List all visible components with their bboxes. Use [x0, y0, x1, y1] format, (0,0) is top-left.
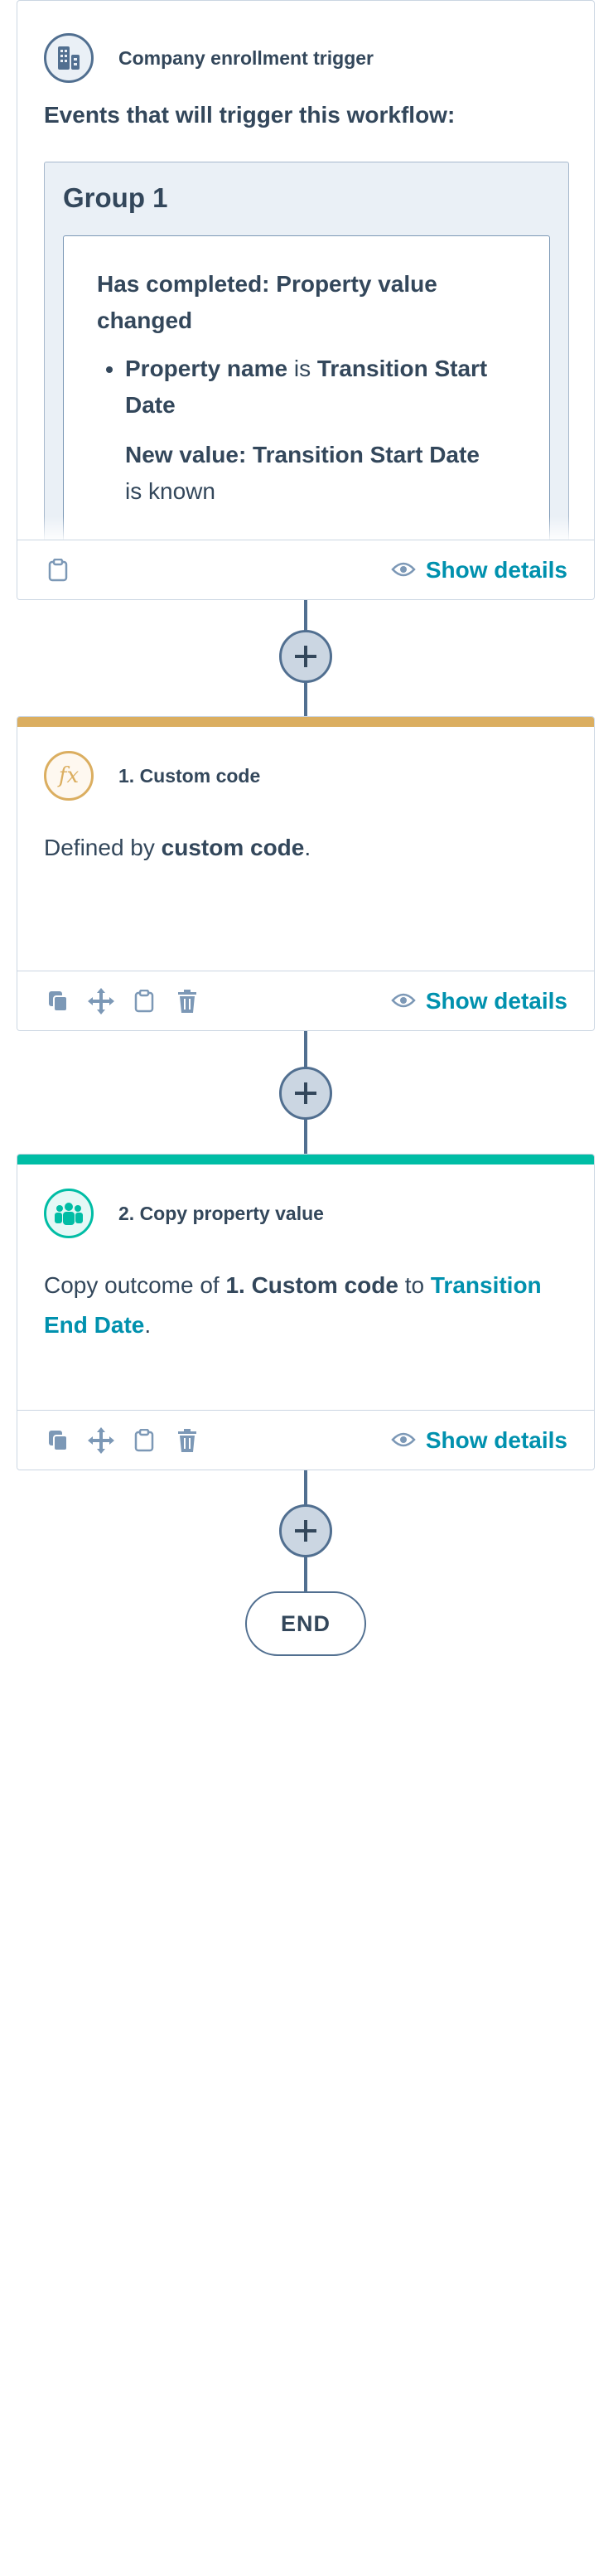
trash-icon[interactable]: [173, 1426, 201, 1455]
show-details-label: Show details: [425, 1426, 567, 1453]
action-description: Copy outcome of 1. Custom code to Transi…: [17, 1266, 594, 1345]
group-label: Group 1: [63, 182, 168, 213]
action-footer: Show details: [17, 971, 594, 1030]
action-title: 2. Copy property value: [118, 1202, 324, 1224]
text-suffix: .: [144, 1312, 152, 1338]
contacts-icon: [44, 1189, 94, 1238]
show-details-button[interactable]: Show details: [391, 988, 567, 1014]
building-icon: [44, 33, 94, 83]
filter-title: Has completed: Property value changed: [97, 271, 437, 333]
text-middle: to: [404, 1272, 425, 1298]
plus-icon: [295, 1082, 316, 1104]
plus-icon: [295, 646, 316, 667]
clone-icon[interactable]: [44, 987, 72, 1015]
end-node: END: [245, 1591, 366, 1656]
eye-icon: [391, 557, 416, 583]
new-value-row: New value: Transition Start Date is know…: [97, 437, 531, 510]
text-bold: 1. Custom code: [225, 1272, 398, 1298]
new-value-label: New value: Transition Start Date: [125, 442, 480, 467]
new-value-condition: is known: [125, 478, 215, 504]
trigger-footer: Show details: [17, 540, 594, 599]
group-box: Group 1 Has completed: Property value ch…: [44, 162, 569, 567]
add-action-button[interactable]: [279, 630, 332, 683]
text-suffix: .: [304, 835, 311, 860]
action-footer: Show details: [17, 1410, 594, 1470]
function-icon: fx: [44, 751, 94, 801]
clipboard-icon[interactable]: [130, 987, 158, 1015]
action-description: Defined by custom code.: [17, 828, 594, 868]
action-card-copy-property[interactable]: 2. Copy property value Copy outcome of 1…: [17, 1154, 595, 1470]
show-details-button[interactable]: Show details: [391, 1427, 567, 1454]
trash-icon[interactable]: [173, 987, 201, 1015]
property-label: Property name: [125, 356, 288, 381]
eye-icon: [391, 988, 416, 1014]
text-bold: custom code: [161, 835, 305, 860]
add-action-button[interactable]: [279, 1067, 332, 1120]
text-prefix: Defined by: [44, 835, 155, 860]
show-details-button[interactable]: Show details: [391, 557, 567, 583]
events-heading: Events that will trigger this workflow:: [44, 102, 456, 128]
filter-list: Property name is Transition Start Date: [97, 351, 531, 424]
clone-icon[interactable]: [44, 1426, 72, 1455]
operator: is: [293, 356, 311, 381]
show-details-label: Show details: [425, 987, 567, 1014]
filter-item: Property name is Transition Start Date: [125, 351, 531, 424]
text-prefix: Copy outcome of: [44, 1272, 220, 1298]
action-card-custom-code[interactable]: fx 1. Custom code Defined by custom code…: [17, 716, 595, 1031]
accent-bar: [17, 1155, 594, 1165]
accent-bar: [17, 717, 594, 727]
fade-overlay: [17, 516, 594, 540]
move-icon[interactable]: [87, 987, 115, 1015]
move-icon[interactable]: [87, 1426, 115, 1455]
plus-icon: [295, 1520, 316, 1542]
show-details-label: Show details: [425, 556, 567, 583]
action-title: 1. Custom code: [118, 764, 261, 787]
trigger-title: Company enrollment trigger: [118, 46, 374, 69]
clipboard-icon[interactable]: [130, 1426, 158, 1455]
clipboard-icon[interactable]: [44, 556, 72, 584]
add-action-button[interactable]: [279, 1504, 332, 1557]
eye-icon: [391, 1427, 416, 1454]
trigger-card[interactable]: Company enrollment trigger Events that w…: [17, 0, 595, 600]
